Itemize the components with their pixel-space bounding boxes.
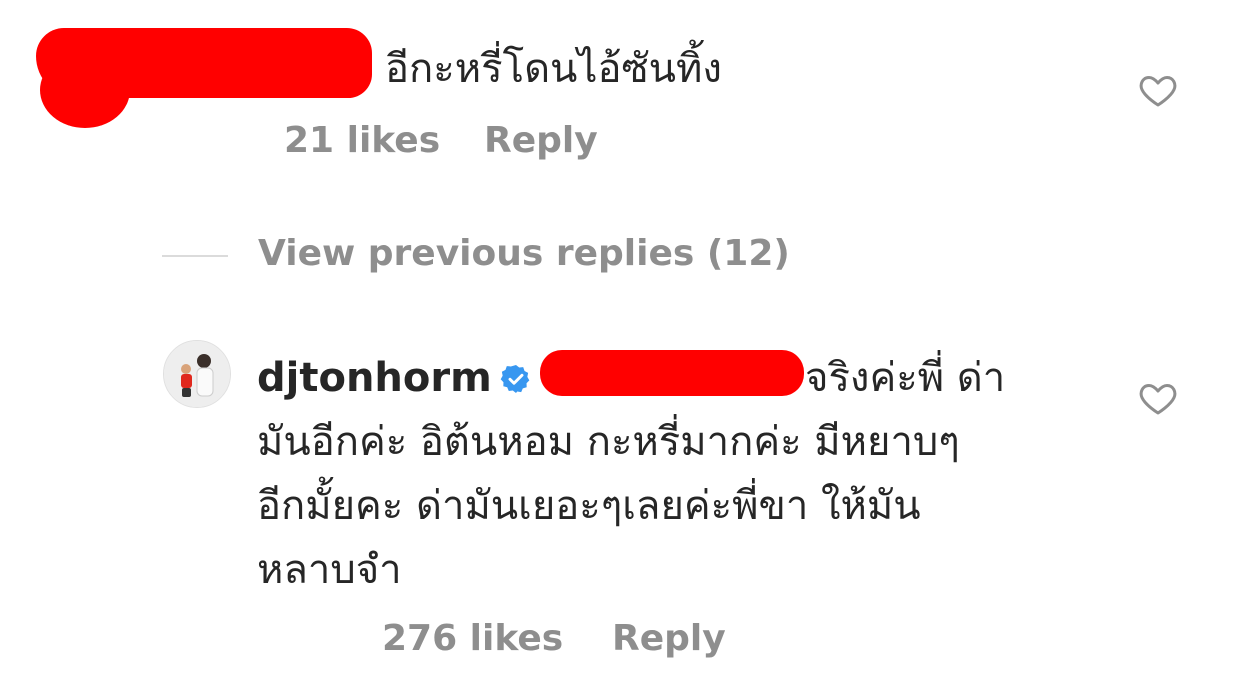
reply-line-2: มันอีกค่ะ อิต้นหอม กะหรี่มากค่ะ มีหยาบๆ xyxy=(257,419,960,465)
heart-icon[interactable] xyxy=(1138,70,1178,110)
username-link[interactable]: djtonhorm xyxy=(257,355,492,401)
reply-text-part-1: จริงค่ะพี่ ด่า xyxy=(805,355,1006,401)
heart-icon[interactable] xyxy=(1138,378,1178,418)
view-previous-replies-button[interactable]: View previous replies (12) xyxy=(258,233,790,274)
reply-line-3: อีกมั้ยคะ ด่ามันเยอะๆเลยค่ะพี่ขา ให้มัน xyxy=(257,483,921,529)
redacted-avatar xyxy=(40,52,130,128)
reply-line-1: djtonhorm จริงค่ะพี่ ด่า xyxy=(257,346,1057,410)
reply-button[interactable]: Reply xyxy=(612,618,726,659)
replies-divider xyxy=(162,255,228,257)
reply-comment: djtonhorm จริงค่ะพี่ ด่า มันอีกค่ะ อิต้น… xyxy=(257,346,1057,602)
comment-text: อีกะหรี่โดนไอ้ซันทิ้ง xyxy=(385,46,722,92)
reply-line-4: หลาบจำ xyxy=(257,547,402,593)
reply-button[interactable]: Reply xyxy=(484,120,598,161)
likes-count[interactable]: 21 likes xyxy=(284,120,440,161)
likes-count[interactable]: 276 likes xyxy=(382,618,563,659)
verified-badge-icon xyxy=(500,365,530,393)
avatar[interactable] xyxy=(163,340,231,408)
avatar-image xyxy=(164,341,230,407)
